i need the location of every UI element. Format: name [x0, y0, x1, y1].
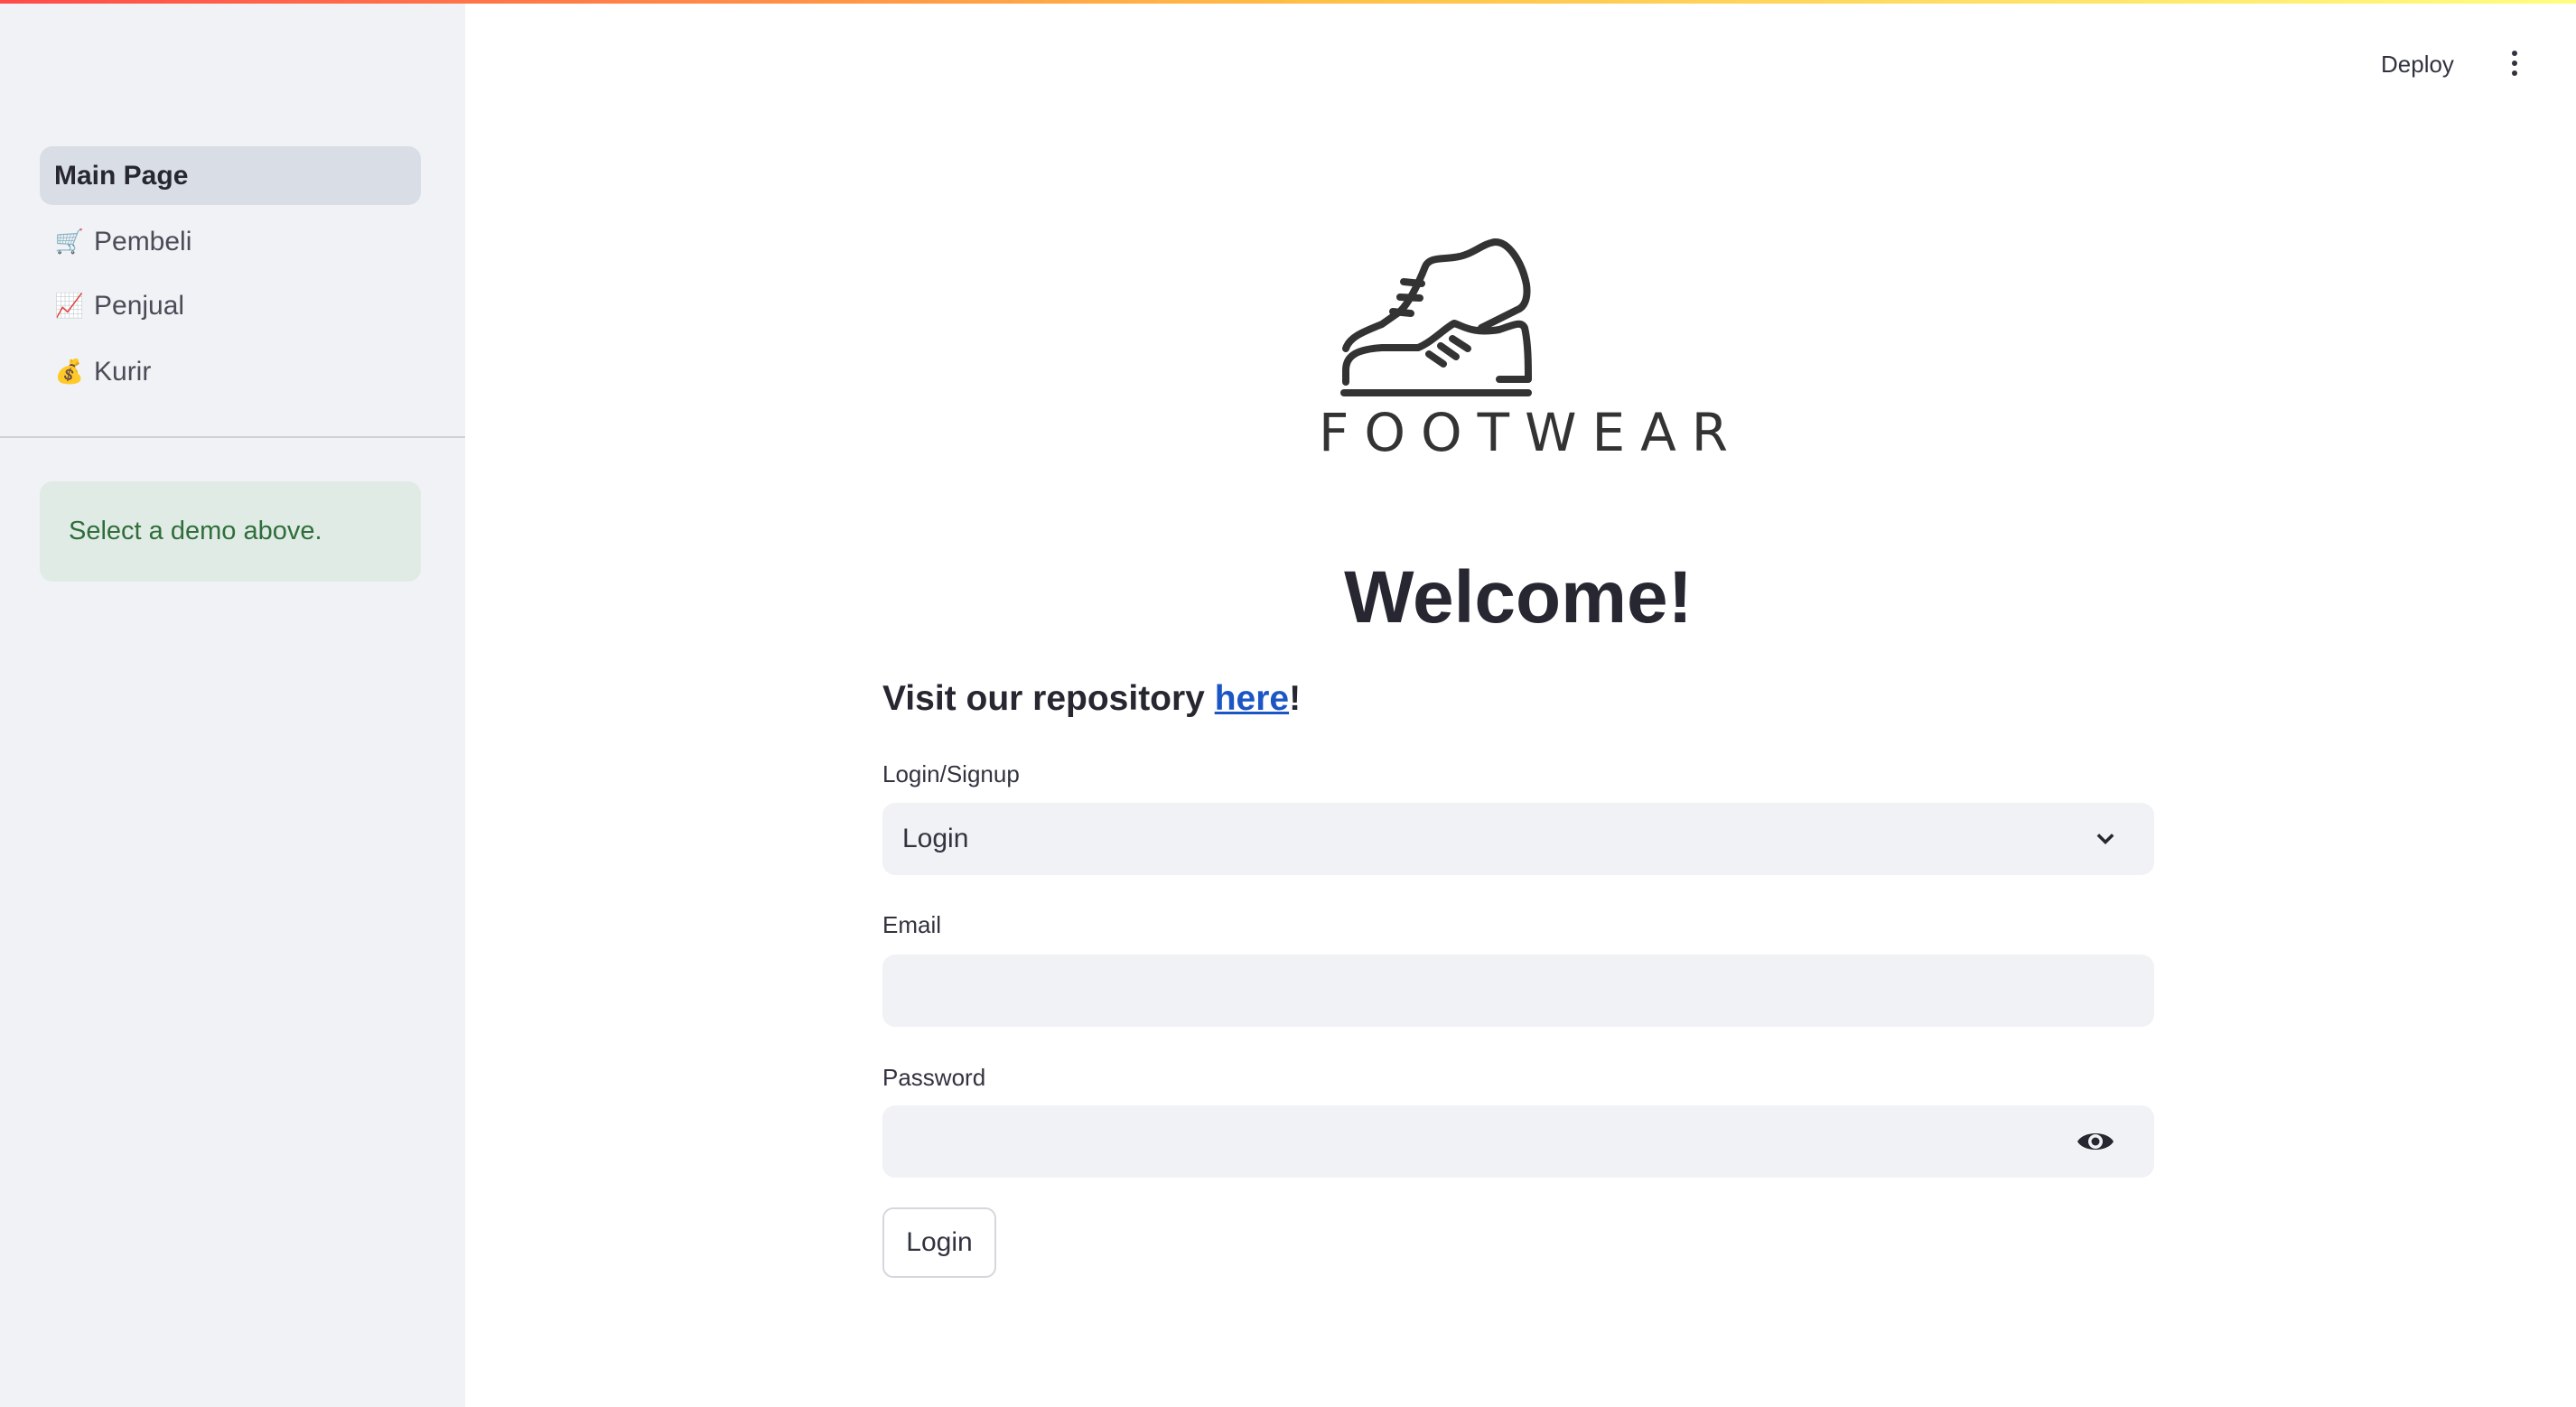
email-field[interactable]	[882, 955, 2154, 1027]
main-menu-icon[interactable]	[2502, 47, 2527, 79]
password-label: Password	[882, 1064, 986, 1091]
chevron-down-icon	[2096, 834, 2114, 844]
page-title: Welcome!	[1344, 556, 1693, 638]
repository-text-suffix: !	[1289, 679, 1302, 718]
footwear-logo: FOOTWEAR	[1319, 230, 1734, 465]
repository-text: Visit our repository here!	[882, 679, 1301, 719]
top-decoration-bar	[0, 0, 2576, 4]
sidebar-divider	[0, 436, 465, 438]
sidebar-item-penjual[interactable]: 📈 Penjual	[40, 276, 421, 335]
eye-icon[interactable]	[2077, 1127, 2114, 1156]
sidebar-item-main-page[interactable]: Main Page	[40, 146, 421, 205]
repository-text-prefix: Visit our repository	[882, 679, 1215, 718]
info-box: Select a demo above.	[40, 481, 421, 582]
shopping-cart-icon: 🛒	[54, 228, 85, 255]
sidebar-item-kurir[interactable]: 💰 Kurir	[40, 342, 421, 401]
sidebar-item-label: Main Page	[54, 160, 189, 191]
money-bag-icon: 💰	[54, 358, 85, 385]
login-signup-select[interactable]: Login	[882, 803, 2154, 875]
sidebar-item-label: Kurir	[94, 356, 152, 387]
sidebar-item-label: Penjual	[94, 290, 185, 321]
deploy-button[interactable]: Deploy	[2375, 47, 2459, 82]
repository-link[interactable]: here	[1215, 679, 1289, 718]
chart-increasing-icon: 📈	[54, 292, 85, 319]
sidebar: Main Page 🛒 Pembeli 📈 Penjual 💰 Kurir Se…	[0, 0, 465, 1407]
selected-value: Login	[902, 824, 969, 853]
sidebar-item-pembeli[interactable]: 🛒 Pembeli	[40, 212, 421, 271]
login-button[interactable]: Login	[882, 1207, 996, 1278]
shoe-icon	[1340, 238, 1532, 396]
email-label: Email	[882, 911, 942, 938]
sidebar-item-label: Pembeli	[94, 226, 192, 256]
password-field[interactable]	[882, 1105, 2154, 1178]
logo-text: FOOTWEAR	[1319, 402, 1744, 463]
login-signup-label: Login/Signup	[882, 760, 1020, 787]
